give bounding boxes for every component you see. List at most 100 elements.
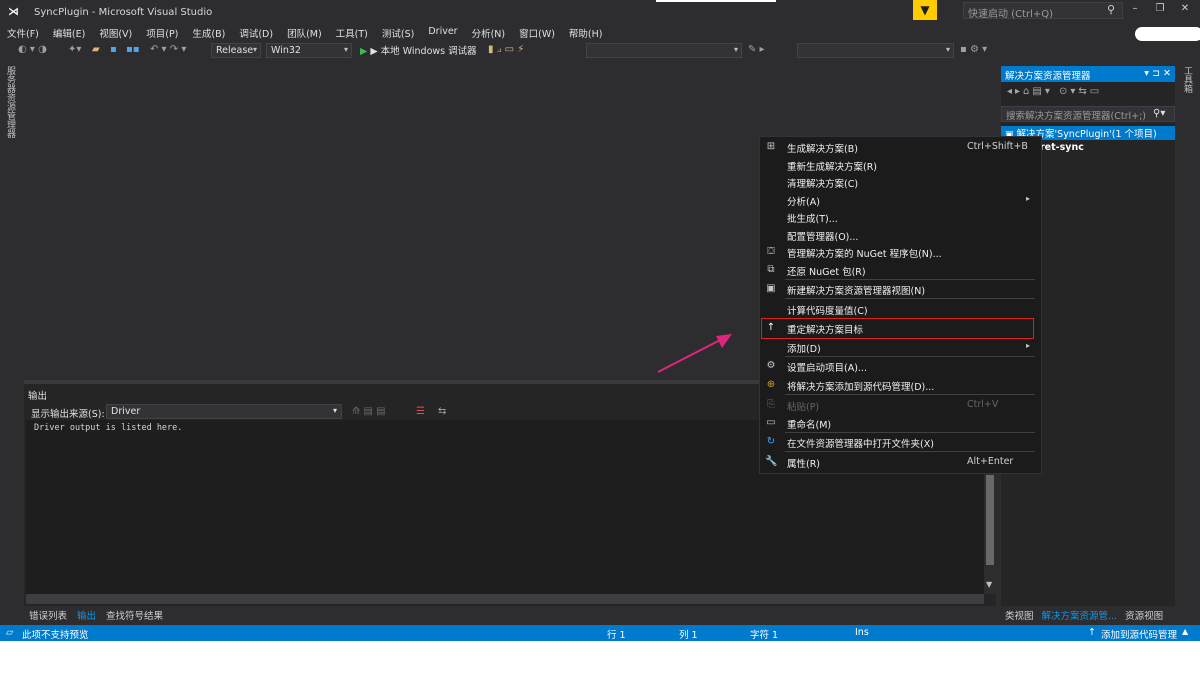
status-line: 行 1	[607, 630, 626, 641]
menu-help[interactable]: 帮助(H)	[562, 24, 610, 40]
menu-item-shortcut: Ctrl+Shift+B	[967, 141, 1028, 152]
toolbox-tab[interactable]: 工具箱	[1181, 66, 1194, 93]
open-folder-icon[interactable]: ▰	[92, 44, 100, 55]
menu-item-label: 分析(A)	[787, 197, 820, 208]
menu-item-batch-build[interactable]: 批生成(T)...	[760, 209, 1040, 225]
chevron-up-icon[interactable]: ▲	[1182, 627, 1188, 636]
title-bar: ⋊ SyncPlugin - Microsoft Visual Studio ▼…	[0, 0, 1200, 24]
panel-window-icons[interactable]: ▾ ⊐ ✕	[1144, 68, 1171, 79]
menu-item-label: 还原 NuGet 包(R)	[787, 267, 866, 278]
tab-resource-view[interactable]: 资源视图	[1121, 606, 1167, 624]
toolbar-misc-icons[interactable]: ▮ ⟓ ▭ ⚡	[488, 44, 524, 55]
configuration-dropdown[interactable]: Release ▾	[211, 43, 261, 58]
tab-solution-explorer[interactable]: 解决方案资源管...	[1038, 606, 1122, 624]
menu-item-restore-nuget[interactable]: ⧉ 还原 NuGet 包(R)	[760, 262, 1040, 278]
menu-team[interactable]: 团队(M)	[280, 24, 329, 40]
platform-dropdown[interactable]: Win32 ▾	[266, 43, 352, 58]
menu-item-rename[interactable]: ▭ 重命名(M)	[760, 415, 1040, 431]
project-item[interactable]: ret-sync	[1040, 142, 1084, 153]
start-debugging-button[interactable]: ▶ ▶ 本地 Windows 调试器	[360, 43, 477, 57]
server-explorer-tab[interactable]: 服务器资源管理器	[4, 66, 17, 138]
menu-item-add[interactable]: 添加(D) ▸	[760, 339, 1040, 355]
redacted-account-area	[1135, 27, 1200, 41]
horizontal-scrollbar[interactable]	[26, 594, 984, 604]
feedback-filter-icon[interactable]: ▼	[913, 0, 937, 20]
tab-error-list[interactable]: 错误列表	[24, 606, 72, 624]
solution-search-input[interactable]: 搜索解决方案资源管理器(Ctrl+;)	[1001, 106, 1175, 122]
minimize-button[interactable]: –	[1128, 3, 1142, 14]
title-strip	[656, 0, 776, 2]
menu-view[interactable]: 视图(V)	[92, 24, 139, 40]
menu-driver[interactable]: Driver	[421, 24, 464, 40]
menu-item-manage-nuget[interactable]: ⛋ 管理解决方案的 NuGet 程序包(N)...	[760, 244, 1040, 260]
menu-item-new-explorer-view[interactable]: ▣ 新建解决方案资源管理器视图(N)	[760, 281, 1040, 297]
menu-separator	[785, 451, 1035, 452]
tab-class-view[interactable]: 类视图	[1001, 606, 1038, 624]
source-control-icon: ⊕	[766, 379, 776, 390]
menu-item-label: 重命名(M)	[787, 420, 832, 431]
maximize-button[interactable]: ❐	[1153, 3, 1167, 14]
member-dropdown[interactable]: ▾	[797, 43, 954, 58]
tab-output[interactable]: 输出	[72, 606, 101, 624]
find-dropdown[interactable]: ▾	[586, 43, 742, 58]
search-icon[interactable]: ⚲	[1107, 3, 1115, 16]
menu-build[interactable]: 生成(B)	[185, 24, 232, 40]
menu-file[interactable]: 文件(F)	[0, 24, 46, 40]
quick-launch-input[interactable]: 快速启动 (Ctrl+Q)	[963, 2, 1123, 20]
menu-item-open-in-explorer[interactable]: ↻ 在文件资源管理器中打开文件夹(X)	[760, 434, 1040, 450]
menu-separator	[785, 394, 1035, 395]
upload-icon[interactable]: ↑	[1088, 627, 1096, 638]
menu-item-shortcut: Alt+Enter	[967, 456, 1014, 467]
menu-edit[interactable]: 编辑(E)	[46, 24, 92, 40]
menu-window[interactable]: 窗口(W)	[512, 24, 562, 40]
menu-tools[interactable]: 工具(T)	[329, 24, 375, 40]
output-toolbar-icons[interactable]: ⟰ ▤ ▤	[352, 406, 386, 417]
search-icon[interactable]: ⚲▾	[1153, 108, 1165, 119]
menu-item-code-metrics[interactable]: 计算代码度量值(C)	[760, 301, 1040, 317]
nuget-icon: ⛋	[767, 246, 775, 257]
undo-icon[interactable]: ↶ ▾ ↷ ▾	[150, 44, 186, 55]
output-source-dropdown[interactable]: Driver ▾	[106, 404, 342, 419]
menu-item-label: 清理解决方案(C)	[787, 179, 859, 190]
menu-item-analyze[interactable]: 分析(A) ▸	[760, 192, 1040, 208]
tab-find-symbol-results[interactable]: 查找符号结果	[101, 606, 168, 624]
submenu-arrow-icon: ▸	[1025, 194, 1030, 203]
add-to-source-control-button[interactable]: 添加到源代码管理	[1101, 627, 1177, 641]
status-bar: ▱ 此项不支持预览 行 1 列 1 字符 1 Ins ↑ 添加到源代码管理 ▲	[0, 625, 1200, 641]
output-source-label: 显示输出来源(S):	[31, 409, 105, 420]
status-message: 此项不支持预览	[22, 630, 89, 641]
menu-item-label: 生成解决方案(B)	[787, 144, 858, 155]
menu-item-configuration-manager[interactable]: 配置管理器(O)...	[760, 227, 1040, 243]
clear-all-icon[interactable]: ☰	[416, 406, 425, 417]
menu-item-set-startup-projects[interactable]: ⚙ 设置启动项目(A)...	[760, 358, 1040, 374]
configuration-value: Release	[216, 45, 254, 56]
status-column: 列 1	[679, 630, 698, 641]
close-button[interactable]: ✕	[1178, 3, 1192, 14]
menu-item-properties[interactable]: 🔧 属性(R) Alt+Enter	[760, 454, 1040, 470]
menu-separator	[785, 356, 1035, 357]
chevron-down-icon: ▾	[733, 45, 738, 54]
save-icon[interactable]: ▪	[110, 44, 117, 55]
menu-item-add-to-source-control[interactable]: ⊕ 将解决方案添加到源代码管理(D)...	[760, 377, 1040, 393]
menu-test[interactable]: 测试(S)	[375, 24, 421, 40]
solution-explorer-title: 解决方案资源管理器	[1005, 71, 1091, 82]
menu-item-clean-solution[interactable]: 清理解决方案(C)	[760, 174, 1040, 190]
menu-debug[interactable]: 调试(D)	[232, 24, 280, 40]
solution-explorer-toolbar[interactable]: ◂▸⌂▤▾ ⊙▾⇆▭	[1001, 85, 1175, 103]
toolbar-extra-icons[interactable]: ▪ ⚙ ▾	[960, 44, 987, 55]
menu-item-build-solution[interactable]: ⊞ 生成解决方案(B) Ctrl+Shift+B	[760, 139, 1040, 155]
new-project-icon[interactable]: ✦▾	[68, 44, 81, 55]
back-icon[interactable]: ◐ ▾ ◑	[18, 44, 47, 55]
menu-item-paste[interactable]: ⎘ 粘贴(P) Ctrl+V	[760, 397, 1040, 413]
word-wrap-icon[interactable]: ⇆	[438, 406, 446, 417]
bottom-tab-strip: 错误列表 输出 查找符号结果	[24, 606, 996, 624]
save-all-icon[interactable]: ▪▪	[126, 44, 140, 55]
chevron-down-icon: ▾	[945, 45, 950, 54]
scroll-down-icon[interactable]: ▼	[986, 580, 992, 589]
menu-analyze[interactable]: 分析(N)	[465, 24, 513, 40]
toolbar-nav-icons[interactable]: ✎ ▸	[748, 44, 765, 55]
menu-project[interactable]: 项目(P)	[139, 24, 185, 40]
menu-item-label: 将解决方案添加到源代码管理(D)...	[787, 382, 935, 393]
scrollbar-thumb[interactable]	[986, 475, 994, 565]
menu-item-rebuild-solution[interactable]: 重新生成解决方案(R)	[760, 157, 1040, 173]
